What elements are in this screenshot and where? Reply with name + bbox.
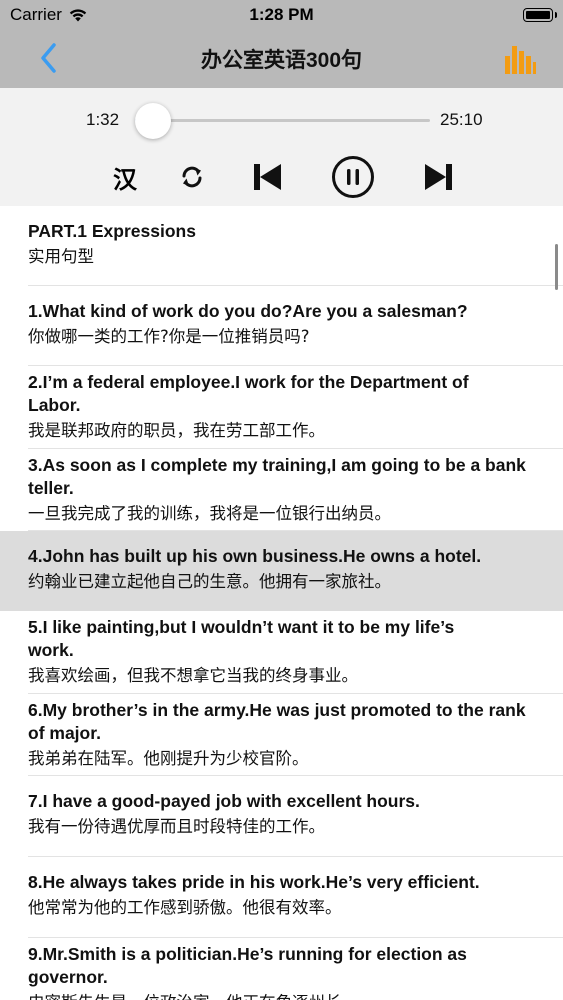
sentence-english: 7.I have a good-payed job with excellent… — [28, 791, 420, 811]
progress-slider[interactable] — [135, 119, 430, 122]
sentence-list[interactable]: PART.1 Expressions 实用句型 1.What kind of w… — [0, 206, 563, 1000]
previous-track-button[interactable] — [248, 154, 286, 200]
current-time: 1:32 — [86, 110, 120, 129]
playback-controls: 汉 — [0, 154, 563, 200]
list-item[interactable]: 5.I like painting,but I wouldn’t want it… — [0, 611, 563, 694]
sentence-english: 8.He always takes pride in his work.He’s… — [28, 872, 480, 892]
list-item-active[interactable]: 4.John has built up his own business.He … — [0, 531, 563, 611]
scroll-indicator[interactable] — [555, 244, 558, 290]
sentence-chinese: 史密斯先生是一位政治家。他正在角逐州长。 — [28, 991, 503, 1000]
sentence-chinese: 约翰业已建立起他自己的生意。他拥有一家旅社。 — [28, 572, 391, 591]
repeat-button[interactable] — [174, 154, 210, 200]
list-item[interactable]: 9.Mr.Smith is a politician.He’s running … — [0, 938, 563, 1000]
status-bar: Carrier 1:28 PM — [0, 0, 563, 30]
header: Carrier 1:28 PM 办公室英语300句 — [0, 0, 563, 88]
stats-button[interactable] — [503, 40, 537, 76]
list-item[interactable]: PART.1 Expressions 实用句型 — [0, 206, 563, 286]
sentence-chinese: 我弟弟在陆军。他刚提升为少校官阶。 — [28, 749, 309, 768]
list-item[interactable]: 7.I have a good-payed job with excellent… — [0, 776, 563, 857]
total-time: 25:10 — [440, 110, 483, 129]
pause-icon — [332, 156, 374, 198]
sentence-chinese: 他常常为他的工作感到骄傲。他很有效率。 — [28, 898, 342, 917]
list-item[interactable]: 8.He always takes pride in his work.He’s… — [0, 857, 563, 938]
sentence-english: 6.My brother’s in the army.He was just p… — [28, 700, 526, 743]
list-item[interactable]: 1.What kind of work do you do?Are you a … — [0, 286, 563, 366]
page-title: 办公室英语300句 — [200, 49, 363, 72]
list-item[interactable]: 2.I’m a federal employee.I work for the … — [0, 366, 563, 449]
skip-next-icon — [425, 164, 452, 190]
language-toggle-button[interactable]: 汉 — [106, 154, 144, 200]
list-item[interactable]: 6.My brother’s in the army.He was just p… — [0, 694, 563, 776]
sentence-chinese: 一旦我完成了我的训练，我将是一位银行出纳员。 — [28, 504, 391, 523]
sentence-chinese: 我是联邦政府的职员，我在劳工部工作。 — [28, 421, 325, 440]
sentence-chinese: 实用句型 — [28, 247, 94, 266]
sentence-english: 3.As soon as I complete my training,I am… — [28, 455, 526, 498]
sentence-english: 4.John has built up his own business.He … — [28, 546, 482, 566]
repeat-icon — [182, 166, 202, 188]
next-track-button[interactable] — [420, 154, 458, 200]
nav-bar: 办公室英语300句 — [0, 30, 563, 88]
sentence-english: PART.1 Expressions — [28, 221, 196, 241]
progress-thumb[interactable] — [134, 103, 171, 139]
status-time: 1:28 PM — [249, 5, 314, 24]
sentence-chinese: 我有一份待遇优厚而且时段特佳的工作。 — [28, 817, 325, 836]
sentence-english: 2.I’m a federal employee.I work for the … — [28, 372, 469, 415]
battery-icon — [523, 8, 557, 22]
list-item[interactable]: 3.As soon as I complete my training,I am… — [0, 449, 563, 531]
skip-previous-icon — [254, 164, 281, 190]
sentence-chinese: 我喜欢绘画，但我不想拿它当我的终身事业。 — [28, 666, 358, 685]
pause-button[interactable] — [330, 154, 376, 200]
sentence-english: 5.I like painting,but I wouldn’t want it… — [28, 617, 455, 660]
sentence-english: 1.What kind of work do you do?Are you a … — [28, 301, 468, 321]
sentence-english: 9.Mr.Smith is a politician.He’s running … — [28, 944, 467, 987]
sentence-chinese: 你做哪一类的工作?你是一位推销员吗? — [28, 327, 310, 346]
audio-player: 1:32 25:10 汉 — [0, 88, 563, 206]
bar-chart-icon — [505, 46, 536, 74]
